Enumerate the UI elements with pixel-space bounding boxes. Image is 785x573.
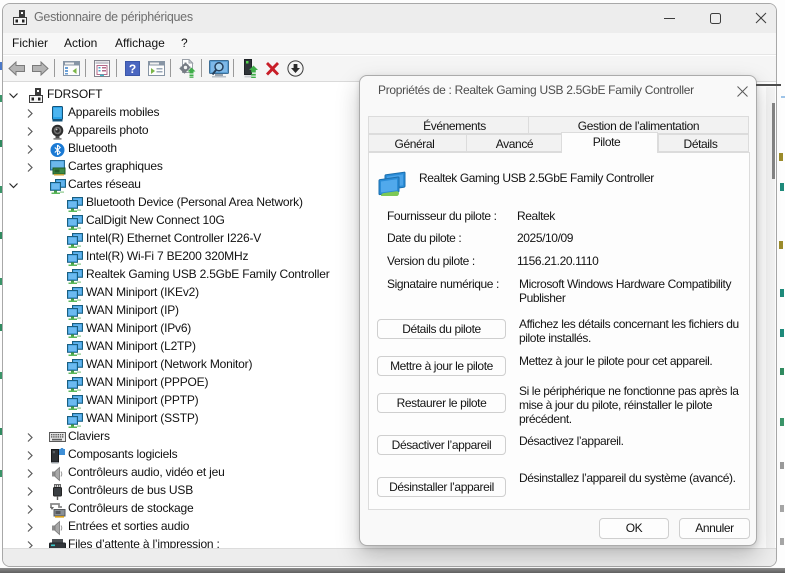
svg-text:?: ?	[129, 62, 136, 76]
